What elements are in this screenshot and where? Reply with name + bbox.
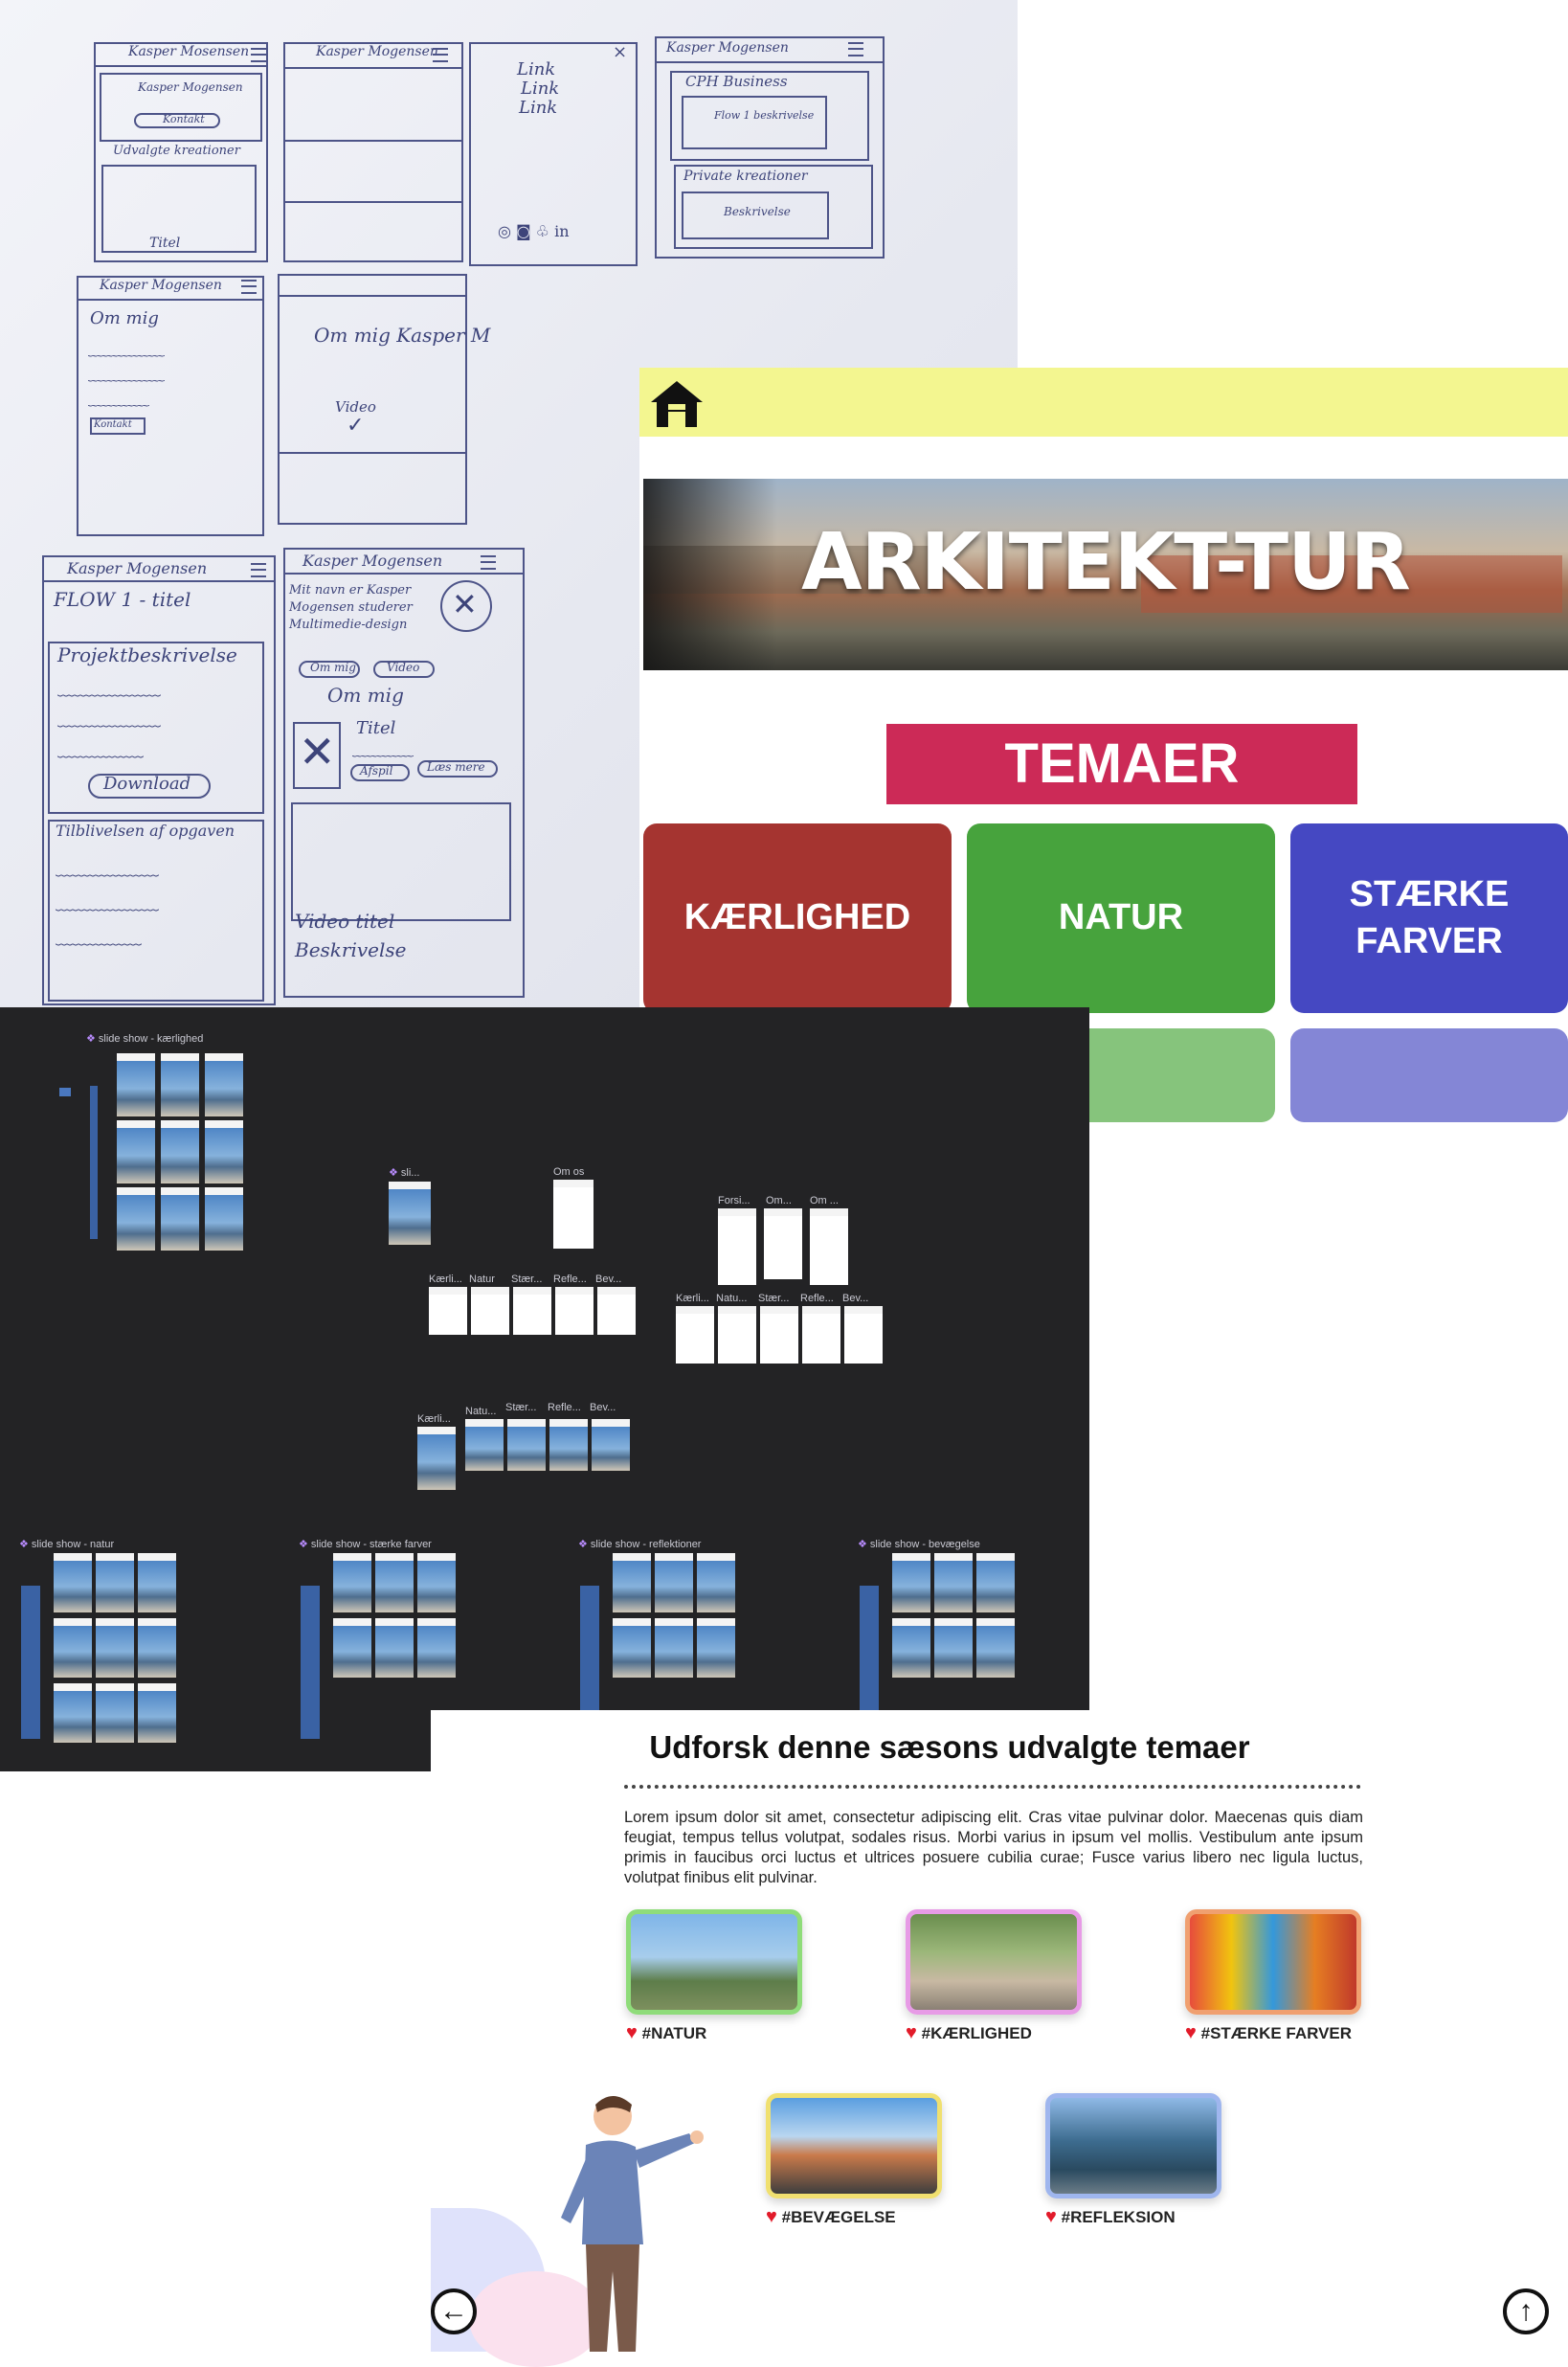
theme-tag[interactable]: ♥ #BEVÆGELSE <box>766 2206 896 2228</box>
social-icons: ◎ ◙ ♧ in <box>498 222 570 240</box>
frame-thumb[interactable] <box>205 1120 243 1184</box>
arkitekt-logo-icon[interactable] <box>647 377 706 431</box>
frame-om-os[interactable] <box>553 1180 594 1249</box>
theme-tag[interactable]: ♥ #NATUR <box>626 2022 706 2044</box>
frame-thumb[interactable] <box>205 1187 243 1251</box>
frame-thumb[interactable] <box>161 1053 199 1116</box>
frame-thumb[interactable] <box>117 1120 155 1184</box>
page-title: Udforsk denne sæsons udvalgte temaer <box>649 1729 1250 1765</box>
theme-card-natur[interactable] <box>626 1909 802 2015</box>
frame-thumb[interactable] <box>205 1053 243 1116</box>
tile-label: NATUR <box>1058 897 1184 938</box>
tile-label: STÆRKE FARVER <box>1349 873 1510 961</box>
frame-thumb[interactable] <box>161 1120 199 1184</box>
frame-om-2[interactable] <box>810 1208 848 1285</box>
brand-title: ARKITEKT-TUR <box>801 517 1411 608</box>
theme-card-refleksion[interactable] <box>1045 2093 1221 2198</box>
intro-text: Lorem ipsum dolor sit amet, consectetur … <box>624 1809 1363 1886</box>
theme-tag[interactable]: ♥ #STÆRKE FARVER <box>1185 2022 1352 2044</box>
tile-staerke-farver[interactable]: STÆRKE FARVER <box>1290 823 1568 1013</box>
frame-om[interactable] <box>764 1208 802 1279</box>
theme-card-staerke-farver[interactable] <box>1185 1909 1361 2015</box>
tile-kaerlighed[interactable]: KÆRLIGHED <box>643 823 952 1013</box>
theme-card-kaerlighed[interactable] <box>906 1909 1082 2015</box>
tile-label: KÆRLIGHED <box>683 897 911 938</box>
heart-icon: ♥ <box>766 2206 777 2227</box>
frame-forside[interactable] <box>718 1208 756 1285</box>
tile-partial-2[interactable] <box>1290 1028 1568 1122</box>
frame-thumb[interactable] <box>117 1187 155 1251</box>
arrow-left-icon[interactable]: ← <box>431 2288 477 2334</box>
top-bar <box>639 368 1568 437</box>
hero-banner: ARKITEKT-TUR <box>643 479 1568 670</box>
heart-icon: ♥ <box>1185 2022 1197 2043</box>
arrow-up-icon[interactable]: ↑ <box>1503 2288 1549 2334</box>
theme-card-bevaegelse[interactable] <box>766 2093 942 2198</box>
heart-icon: ♥ <box>1045 2206 1057 2227</box>
dotted-divider <box>624 1785 1361 1789</box>
frame-thumb[interactable] <box>389 1182 431 1245</box>
design-canvas: ❖ slide show - kærlighed ❖ sli... Om os … <box>0 1007 1089 1771</box>
sketch-frame-2 <box>283 42 463 262</box>
frame-label: ❖ slide show - kærlighed <box>86 1033 204 1045</box>
section-heading: TEMAER <box>886 724 1357 804</box>
heart-icon: ♥ <box>906 2022 917 2043</box>
close-icon: × <box>613 42 628 62</box>
theme-tag[interactable]: ♥ #KÆRLIGHED <box>906 2022 1032 2044</box>
frame-thumb[interactable] <box>117 1053 155 1116</box>
sketch-title: Kasper Mosensen <box>128 44 250 59</box>
themes-page: Udforsk denne sæsons udvalgte temaer Lor… <box>431 1710 1568 2367</box>
tile-natur[interactable]: NATUR <box>967 823 1275 1013</box>
heart-icon: ♥ <box>626 2022 638 2043</box>
frame-thumb[interactable] <box>161 1187 199 1251</box>
theme-tag[interactable]: ♥ #REFLEKSION <box>1045 2206 1176 2228</box>
person-illustration <box>561 2096 704 2352</box>
